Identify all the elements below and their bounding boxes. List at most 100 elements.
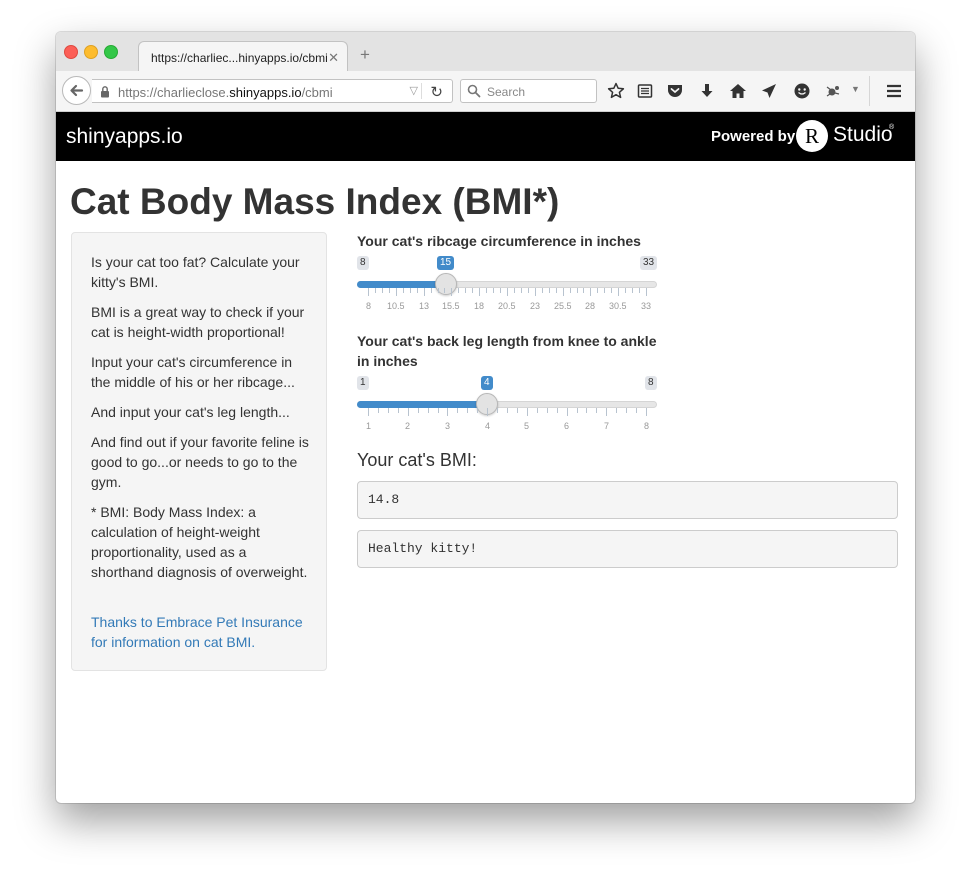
sidebar-panel: Is your cat too fat? Calculate your kitt… — [71, 232, 327, 671]
ribcage-slider-tick — [646, 288, 647, 296]
sidebar-result-instruction: And find out if your favorite feline is … — [91, 434, 309, 490]
leg-tick-label: 2 — [405, 421, 411, 431]
ribcage-tick-label: 13 — [419, 301, 430, 311]
leg-slider-tick — [616, 408, 617, 413]
rstudio-r-logo[interactable]: R — [796, 120, 828, 152]
page-title: Cat Body Mass Index (BMI*) — [70, 181, 560, 222]
ribcage-slider-tick — [458, 288, 459, 293]
rstudio-wordmark[interactable]: Studio — [833, 123, 893, 147]
ribcage-slider-tick — [403, 288, 404, 293]
reload-icon[interactable]: ↻ — [430, 83, 443, 101]
ribcage-slider-tick — [431, 288, 432, 293]
ribcage-slider-tick — [389, 288, 390, 293]
ribcage-tick-label: 8 — [366, 301, 372, 311]
leg-slider-tick — [428, 408, 429, 413]
leg-slider-tick — [487, 408, 488, 416]
url-bar[interactable]: https://charlieclose.shinyapps.io/cbmi ▽… — [92, 79, 453, 103]
toolbar-divider — [869, 76, 870, 106]
ribcage-slider-tick — [396, 288, 397, 296]
search-bar[interactable]: Search — [460, 79, 597, 103]
embrace-insurance-link[interactable]: Thanks to Embrace Pet Insurance for info… — [91, 612, 311, 652]
leg-slider-tick — [527, 408, 528, 416]
ribcage-slider-tick — [465, 288, 466, 293]
ribcage-tick-label: 30.5 — [609, 301, 627, 311]
url-separator — [421, 83, 422, 99]
download-icon[interactable] — [698, 82, 716, 100]
ribcage-tick-label: 20.5 — [498, 301, 516, 311]
ribcage-min-badge: 8 — [357, 256, 369, 270]
leg-slider-tick — [418, 408, 419, 413]
brand-link[interactable]: shinyapps.io — [66, 125, 183, 149]
extension-dropdown-icon[interactable]: ▼ — [851, 84, 860, 94]
ribcage-slider-tick — [500, 288, 501, 293]
tab-cbmi[interactable]: https://charliec...hinyapps.io/cbmi ✕ — [138, 41, 348, 72]
ribcage-slider-tick — [556, 288, 557, 293]
sidebar-leg-instruction: And input your cat's leg length... — [91, 404, 290, 420]
app-header: shinyapps.io Powered by R Studio ® — [56, 112, 915, 161]
ribcage-slider-tick — [618, 288, 619, 296]
extension-icon[interactable] — [824, 82, 842, 100]
reading-list-icon[interactable] — [636, 82, 654, 100]
ribcage-tick-label: 28 — [585, 301, 596, 311]
leg-value-badge: 4 — [481, 376, 493, 390]
ribcage-slider-tick — [625, 288, 626, 293]
leg-slider-tick — [586, 408, 587, 413]
chat-icon[interactable] — [793, 82, 811, 100]
leg-slider-tick — [368, 408, 369, 416]
leg-slider-tick — [378, 408, 379, 413]
nav-bar: https://charlieclose.shinyapps.io/cbmi ▽… — [56, 71, 915, 112]
url-text: https://charlieclose.shinyapps.io/cbmi — [118, 85, 333, 100]
ribcage-slider-label: Your cat's ribcage circumference in inch… — [357, 233, 641, 249]
close-window-button[interactable] — [64, 45, 78, 59]
ribcage-slider-tick — [570, 288, 571, 293]
leg-tick-label: 8 — [644, 421, 650, 431]
menu-icon[interactable] — [885, 82, 903, 100]
leg-tick-label: 5 — [524, 421, 530, 431]
leg-slider-tick — [507, 408, 508, 413]
minimize-window-button[interactable] — [84, 45, 98, 59]
leg-slider-tick — [457, 408, 458, 413]
leg-slider[interactable]: 1 8 4 1 2 3 4 5 6 7 8 — [357, 376, 657, 446]
leg-slider-tick — [438, 408, 439, 413]
bookmark-star-icon[interactable] — [607, 82, 625, 100]
leg-tick-label: 6 — [564, 421, 570, 431]
ribcage-slider-tick — [472, 288, 473, 293]
sidebar-ribcage-instruction: Input your cat's circumference in the mi… — [91, 354, 295, 390]
sidebar-intro: Is your cat too fat? Calculate your kitt… — [91, 254, 300, 290]
leg-slider-tick — [567, 408, 568, 416]
ribcage-slider-tick — [549, 288, 550, 293]
ribcage-tick-label: 23 — [530, 301, 541, 311]
leg-slider-tick — [537, 408, 538, 413]
send-icon[interactable] — [760, 82, 778, 100]
leg-slider-tick — [636, 408, 637, 413]
ribcage-slider[interactable]: 8 33 15 8 10.5 13 15.5 18 20.5 23 25.5 28 30.5 33 — [357, 256, 658, 326]
ribcage-slider-tick — [382, 288, 383, 293]
leg-slider-tick — [497, 408, 498, 413]
ribcage-slider-tick — [521, 288, 522, 293]
ribcage-slider-tick — [535, 288, 536, 296]
pocket-icon[interactable] — [666, 82, 684, 100]
sidebar-bmi-explainer: BMI is a great way to check if your cat … — [91, 304, 305, 340]
browser-window: https://charliec...hinyapps.io/cbmi ✕ + … — [56, 32, 915, 803]
sidebar-bmi-definition: * BMI: Body Mass Index: a calculation of… — [91, 504, 308, 580]
tab-close-icon[interactable]: ✕ — [328, 50, 339, 66]
zoom-window-button[interactable] — [104, 45, 118, 59]
tab-strip: https://charliec...hinyapps.io/cbmi ✕ + — [56, 32, 915, 72]
ribcage-slider-tick — [438, 288, 439, 293]
ribcage-slider-tick — [583, 288, 584, 293]
ribcage-slider-tick — [507, 288, 508, 296]
rstudio-trademark: ® — [889, 124, 895, 131]
leg-tick-label: 7 — [604, 421, 610, 431]
back-button[interactable] — [62, 76, 91, 105]
ribcage-max-badge: 33 — [640, 256, 658, 270]
ribcage-slider-tick — [542, 288, 543, 293]
leg-slider-tick — [517, 408, 518, 413]
leg-slider-tick — [447, 408, 448, 416]
leg-tick-label: 3 — [445, 421, 451, 431]
home-icon[interactable] — [729, 82, 747, 100]
ribcage-slider-tick — [417, 288, 418, 293]
url-dropdown-icon[interactable]: ▽ — [410, 84, 418, 97]
ribcage-slider-tick — [604, 288, 605, 293]
new-tab-button[interactable]: + — [360, 46, 370, 63]
ribcage-slider-tick — [632, 288, 633, 293]
